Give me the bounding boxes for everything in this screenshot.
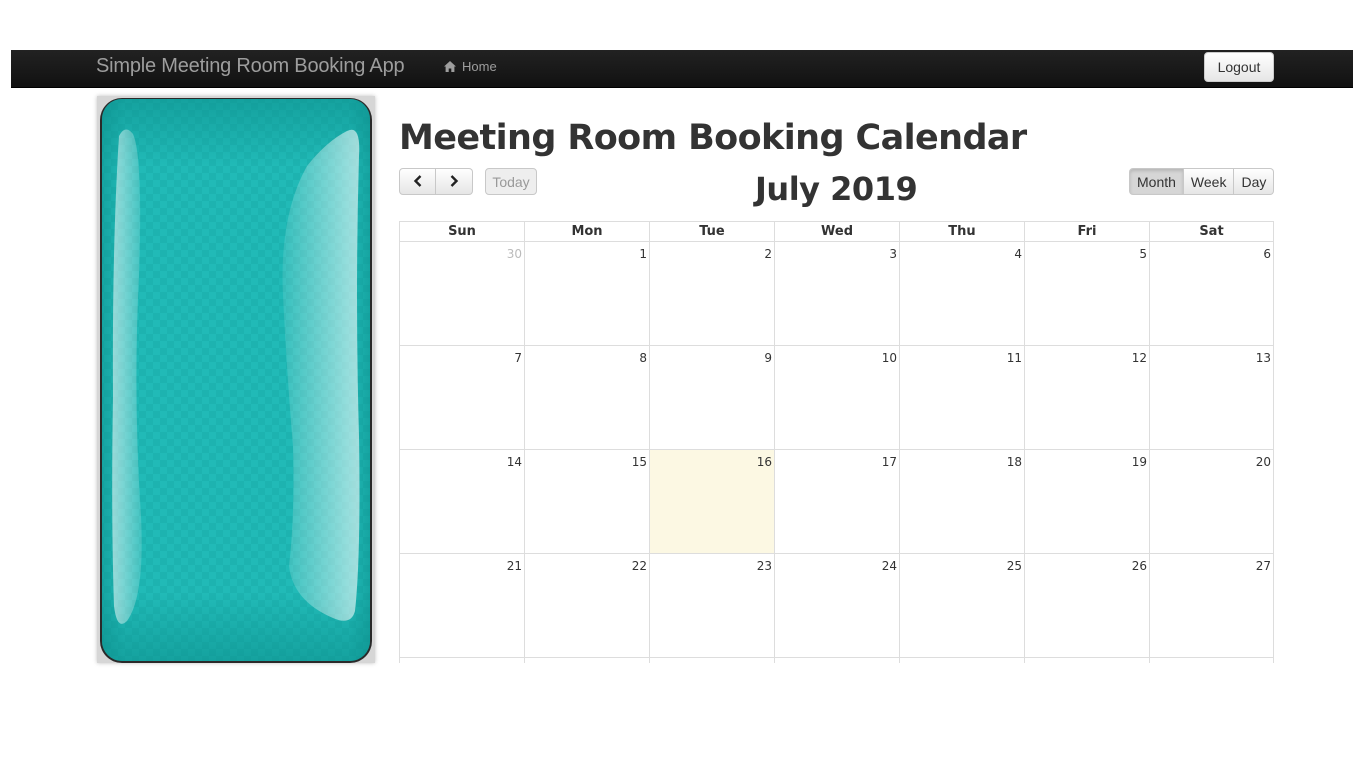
prev-month-button[interactable] bbox=[399, 168, 436, 195]
app-brand[interactable]: Simple Meeting Room Booking App bbox=[96, 55, 405, 78]
calendar-day-cell[interactable] bbox=[1024, 658, 1149, 663]
day-number: 26 bbox=[1131, 559, 1147, 573]
day-number: 10 bbox=[881, 351, 897, 365]
today-button[interactable]: Today bbox=[485, 168, 537, 195]
day-number: 18 bbox=[1006, 455, 1022, 469]
calendar-day-cell[interactable]: 4 bbox=[899, 242, 1024, 345]
calendar-week-row bbox=[399, 658, 1274, 663]
calendar-day-cell[interactable]: 12 bbox=[1024, 346, 1149, 449]
calendar-day-cell[interactable]: 9 bbox=[649, 346, 774, 449]
day-number: 22 bbox=[631, 559, 647, 573]
calendar-nav-buttons bbox=[399, 168, 473, 195]
chevron-left-icon bbox=[413, 174, 423, 190]
calendar-day-cell[interactable]: 7 bbox=[399, 346, 524, 449]
day-number: 9 bbox=[764, 351, 772, 365]
day-number: 15 bbox=[631, 455, 647, 469]
day-number: 11 bbox=[1006, 351, 1022, 365]
view-month-button[interactable]: Month bbox=[1129, 168, 1184, 195]
calendar-day-cell[interactable]: 17 bbox=[774, 450, 899, 553]
side-panel-image bbox=[97, 96, 375, 663]
day-number: 13 bbox=[1255, 351, 1271, 365]
calendar-day-cell[interactable]: 14 bbox=[399, 450, 524, 553]
day-number: 1 bbox=[639, 247, 647, 261]
calendar-day-cell[interactable]: 21 bbox=[399, 554, 524, 657]
calendar-day-cell[interactable]: 3 bbox=[774, 242, 899, 345]
calendar-week-row: 14 15 16 17 18 19 20 bbox=[399, 450, 1274, 554]
day-number: 2 bbox=[764, 247, 772, 261]
day-number: 20 bbox=[1255, 455, 1271, 469]
calendar-day-cell[interactable] bbox=[1149, 658, 1274, 663]
calendar-week-row: 30 1 2 3 4 5 6 bbox=[399, 242, 1274, 346]
calendar-day-cell[interactable]: 22 bbox=[524, 554, 649, 657]
calendar-day-cell[interactable]: 24 bbox=[774, 554, 899, 657]
calendar-day-cell[interactable]: 27 bbox=[1149, 554, 1274, 657]
home-icon bbox=[444, 61, 456, 72]
calendar-day-cell[interactable]: 8 bbox=[524, 346, 649, 449]
calendar-weeks: 30 1 2 3 4 5 6 7 8 9 10 11 12 13 14 15 16 17 18 19 20 21 22 23 2… bbox=[399, 242, 1274, 663]
day-number: 7 bbox=[514, 351, 522, 365]
calendar-day-cell[interactable]: 15 bbox=[524, 450, 649, 553]
calendar-title: Meeting Room Booking Calendar bbox=[399, 118, 1027, 158]
day-number: 6 bbox=[1263, 247, 1271, 261]
weekday-header-row: Sun Mon Tue Wed Thu Fri Sat bbox=[399, 221, 1274, 242]
calendar-day-cell[interactable]: 18 bbox=[899, 450, 1024, 553]
day-number: 17 bbox=[881, 455, 897, 469]
weekday-header: Thu bbox=[899, 222, 1024, 241]
view-day-button[interactable]: Day bbox=[1234, 168, 1275, 195]
calendar-day-cell[interactable]: 11 bbox=[899, 346, 1024, 449]
day-number: 30 bbox=[506, 247, 522, 261]
view-week-button[interactable]: Week bbox=[1183, 168, 1235, 195]
page: Simple Meeting Room Booking App Home Log… bbox=[0, 0, 1366, 768]
chevron-right-icon bbox=[449, 174, 459, 190]
calendar-day-cell[interactable]: 20 bbox=[1149, 450, 1274, 553]
day-number: 16 bbox=[756, 455, 772, 469]
day-number: 12 bbox=[1131, 351, 1147, 365]
calendar-day-cell[interactable] bbox=[899, 658, 1024, 663]
calendar-day-cell[interactable] bbox=[524, 658, 649, 663]
current-month-label: July 2019 bbox=[755, 170, 918, 208]
weekday-header: Mon bbox=[524, 222, 649, 241]
calendar-week-row: 7 8 9 10 11 12 13 bbox=[399, 346, 1274, 450]
calendar-day-cell[interactable]: 10 bbox=[774, 346, 899, 449]
weekday-header: Tue bbox=[649, 222, 774, 241]
calendar-day-cell[interactable]: 26 bbox=[1024, 554, 1149, 657]
day-number: 4 bbox=[1014, 247, 1022, 261]
day-number: 14 bbox=[506, 455, 522, 469]
nav-home-label: Home bbox=[462, 59, 497, 74]
weekday-header: Fri bbox=[1024, 222, 1149, 241]
calendar-day-cell[interactable] bbox=[649, 658, 774, 663]
calendar-day-cell-today[interactable]: 16 bbox=[649, 450, 774, 553]
day-number: 5 bbox=[1139, 247, 1147, 261]
weekday-header: Sat bbox=[1149, 222, 1274, 241]
weekday-header: Sun bbox=[399, 222, 524, 241]
view-switcher: Month Week Day bbox=[1129, 168, 1275, 195]
day-number: 24 bbox=[881, 559, 897, 573]
calendar-day-cell[interactable]: 13 bbox=[1149, 346, 1274, 449]
day-number: 19 bbox=[1131, 455, 1147, 469]
day-number: 8 bbox=[639, 351, 647, 365]
logout-button[interactable]: Logout bbox=[1204, 52, 1274, 82]
calendar-day-cell[interactable] bbox=[774, 658, 899, 663]
weekday-header: Wed bbox=[774, 222, 899, 241]
calendar-day-cell[interactable]: 23 bbox=[649, 554, 774, 657]
next-month-button[interactable] bbox=[436, 168, 473, 195]
day-number: 25 bbox=[1006, 559, 1022, 573]
calendar-day-cell[interactable]: 6 bbox=[1149, 242, 1274, 345]
calendar-day-cell[interactable]: 5 bbox=[1024, 242, 1149, 345]
top-navbar: Simple Meeting Room Booking App Home Log… bbox=[11, 50, 1353, 88]
day-number: 21 bbox=[506, 559, 522, 573]
nav-home-link[interactable]: Home bbox=[444, 59, 497, 74]
day-number: 27 bbox=[1255, 559, 1271, 573]
calendar-day-cell[interactable] bbox=[399, 658, 524, 663]
calendar-day-cell[interactable]: 1 bbox=[524, 242, 649, 345]
month-calendar-grid: Sun Mon Tue Wed Thu Fri Sat 30 1 2 3 4 5 6 7 8 9 1… bbox=[399, 221, 1274, 663]
calendar-week-row: 21 22 23 24 25 26 27 bbox=[399, 554, 1274, 658]
calendar-day-cell[interactable]: 25 bbox=[899, 554, 1024, 657]
calendar-day-cell[interactable]: 2 bbox=[649, 242, 774, 345]
calendar-day-cell[interactable]: 19 bbox=[1024, 450, 1149, 553]
day-number: 3 bbox=[889, 247, 897, 261]
calendar-day-cell[interactable]: 30 bbox=[399, 242, 524, 345]
day-number: 23 bbox=[756, 559, 772, 573]
